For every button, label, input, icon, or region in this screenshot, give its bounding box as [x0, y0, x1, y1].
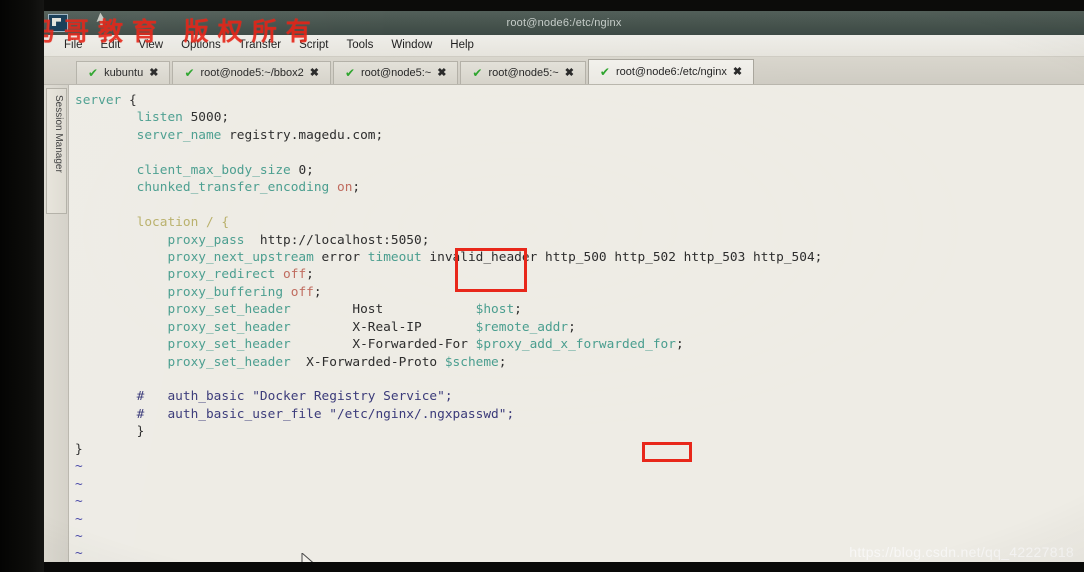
- code-line-comment: # auth_basic "Docker Registry Service";: [136, 389, 453, 405]
- vim-empty-marker: ~: [75, 459, 83, 475]
- code-line: proxy_set_header Host $host;: [167, 302, 522, 318]
- code-line-comment: # auth_basic_user_file "/etc/nginx/.ngxp…: [136, 406, 515, 422]
- tab-node5-home-a[interactable]: ✔ root@node5:~ ✖: [332, 61, 459, 84]
- code-line: proxy_set_header X-Forwarded-Proto $sche…: [167, 354, 507, 370]
- code-line: proxy_redirect off;: [167, 267, 314, 283]
- vim-empty-marker: ~: [75, 494, 83, 510]
- terminal-pane[interactable]: server { listen 5000; server_name regist…: [69, 85, 1084, 562]
- code-line: server_name registry.magedu.com;: [136, 127, 384, 143]
- code-line: client_max_body_size 0;: [136, 162, 314, 178]
- vim-empty-marker: ~: [75, 546, 83, 562]
- green-check-icon: ✔: [599, 65, 610, 79]
- session-manager-sidebar[interactable]: Session Manager: [44, 85, 69, 562]
- photo-bezel-left: [0, 0, 44, 572]
- menu-script[interactable]: Script: [290, 35, 337, 56]
- close-x-icon[interactable]: ✖: [733, 66, 742, 78]
- menu-file[interactable]: File: [55, 35, 92, 56]
- code-line: chunked_transfer_encoding on;: [136, 180, 361, 196]
- session-manager-label: Session Manager: [53, 95, 64, 173]
- menu-edit[interactable]: Edit: [92, 35, 130, 56]
- code-line: proxy_next_upstream error timeout invali…: [167, 249, 823, 265]
- screenshot-root: root@node6:/etc/nginx File Edit View Opt…: [0, 0, 1084, 572]
- green-check-icon: ✔: [88, 66, 99, 80]
- tab-label: root@node5:~: [488, 67, 559, 79]
- tab-node5-home-b[interactable]: ✔ root@node5:~ ✖: [460, 61, 586, 84]
- code-line: location / {: [136, 215, 230, 231]
- window-body: Session Manager server { listen 5000; se…: [44, 85, 1084, 562]
- code-line: }: [75, 424, 145, 440]
- vim-empty-marker: ~: [75, 511, 83, 527]
- tab-label: kubuntu: [104, 67, 144, 79]
- vim-empty-marker: ~: [75, 476, 83, 492]
- menu-window[interactable]: Window: [382, 35, 441, 56]
- vim-empty-marker: ~: [75, 528, 83, 544]
- close-x-icon[interactable]: ✖: [565, 67, 574, 79]
- menubar: File Edit View Options Transfer Script T…: [44, 35, 1084, 57]
- tab-node6-etc-nginx[interactable]: ✔ root@node6:/etc/nginx ✖: [587, 59, 755, 84]
- photo-bezel-top: [0, 0, 1084, 11]
- session-manager-tab[interactable]: Session Manager: [46, 88, 67, 214]
- menu-tools[interactable]: Tools: [338, 35, 383, 56]
- tab-label: root@node5:~/bbox2: [200, 67, 304, 79]
- green-check-icon: ✔: [184, 66, 195, 80]
- menu-help[interactable]: Help: [441, 35, 483, 56]
- tab-kubuntu[interactable]: ✔ kubuntu ✖: [76, 61, 171, 84]
- session-tabbar: ✔ kubuntu ✖ ✔ root@node5:~/bbox2 ✖ ✔ roo…: [44, 57, 1084, 85]
- close-x-icon[interactable]: ✖: [149, 67, 158, 79]
- code-line: proxy_set_header X-Forwarded-For $proxy_…: [167, 337, 684, 353]
- menu-options[interactable]: Options: [172, 35, 230, 56]
- code-line: }: [75, 441, 83, 457]
- photo-bezel-bottom: [0, 562, 1084, 572]
- code-line: server {: [75, 93, 137, 108]
- menu-view[interactable]: View: [129, 35, 172, 56]
- code-line: listen 5000;: [136, 110, 230, 126]
- code-line: proxy_set_header X-Real-IP $remote_addr;: [167, 319, 576, 335]
- securecrt-window: root@node6:/etc/nginx File Edit View Opt…: [44, 11, 1084, 562]
- close-x-icon[interactable]: ✖: [437, 67, 446, 79]
- tab-label: root@node5:~: [361, 67, 432, 79]
- code-line: proxy_pass http://localhost:5050;: [167, 232, 430, 248]
- close-x-icon[interactable]: ✖: [310, 67, 319, 79]
- green-check-icon: ✔: [344, 66, 355, 80]
- green-check-icon: ✔: [472, 66, 483, 80]
- mouse-pointer-icon: [301, 553, 314, 562]
- code-line: proxy_buffering off;: [167, 284, 322, 300]
- tab-node5-bbox2[interactable]: ✔ root@node5:~/bbox2 ✖: [172, 61, 331, 84]
- tab-label: root@node6:/etc/nginx: [615, 66, 727, 78]
- window-titlebar: root@node6:/etc/nginx: [44, 11, 1084, 35]
- window-title: root@node6:/etc/nginx: [506, 17, 622, 29]
- menu-transfer[interactable]: Transfer: [230, 35, 290, 56]
